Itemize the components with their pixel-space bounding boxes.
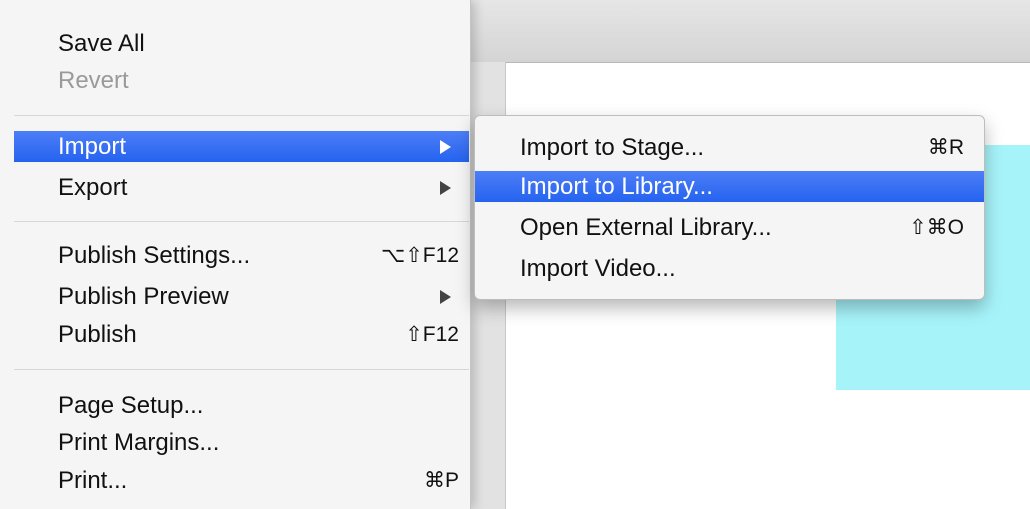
menu-item-export[interactable]: Export xyxy=(14,172,469,203)
submenu-item-import-video[interactable]: Import Video... xyxy=(475,253,984,284)
submenu-item-import-to-stage[interactable]: Import to Stage... ⌘R xyxy=(475,132,984,163)
menu-item-label: Page Setup... xyxy=(58,391,204,419)
submenu-arrow-icon xyxy=(440,181,451,195)
submenu-item-label: Import to Stage... xyxy=(520,133,705,161)
menu-item-label: Publish xyxy=(58,320,137,348)
menu-item-revert: Revert xyxy=(14,65,469,96)
submenu-item-import-to-library[interactable]: Import to Library... xyxy=(475,171,984,202)
menu-item-label: Print Margins... xyxy=(58,428,220,456)
menu-item-publish-settings[interactable]: Publish Settings... ⌥⇧F12 xyxy=(14,240,469,271)
menu-separator xyxy=(14,221,469,222)
menu-separator xyxy=(14,115,469,116)
menu-item-publish[interactable]: Publish ⇧F12 xyxy=(14,319,469,350)
submenu-item-open-external-library[interactable]: Open External Library... ⇧⌘O xyxy=(475,212,984,243)
menu-item-shortcut: ⌥⇧F12 xyxy=(381,244,459,267)
menu-item-label: Revert xyxy=(58,66,129,94)
menu-item-print[interactable]: Print... ⌘P xyxy=(14,465,469,496)
submenu-item-label: Import Video... xyxy=(520,254,676,282)
menu-item-label: Export xyxy=(58,173,128,201)
menu-item-shortcut: ⌘P xyxy=(423,469,459,492)
menu-separator xyxy=(14,369,469,370)
menu-item-label: Publish Preview xyxy=(58,282,229,310)
menu-item-shortcut: ⇧F12 xyxy=(405,323,459,346)
menu-item-page-setup[interactable]: Page Setup... xyxy=(14,390,469,421)
submenu-item-shortcut: ⌘R xyxy=(927,136,964,159)
menu-item-print-margins[interactable]: Print Margins... xyxy=(14,427,469,458)
menu-item-label: Print... xyxy=(58,466,128,494)
menu-item-import[interactable]: Import xyxy=(14,131,469,162)
menu-item-save-all[interactable]: Save All xyxy=(14,28,469,59)
file-menu: Save All Revert Import Export Publish Se… xyxy=(0,0,471,509)
submenu-item-shortcut: ⇧⌘O xyxy=(909,216,964,239)
submenu-arrow-icon xyxy=(440,290,451,304)
app-toolbar xyxy=(470,0,1030,63)
menu-item-label: Publish Settings... xyxy=(58,241,251,269)
submenu-item-label: Import to Library... xyxy=(520,172,713,200)
submenu-arrow-icon xyxy=(440,140,451,154)
submenu-item-label: Open External Library... xyxy=(520,213,772,241)
import-submenu: Import to Stage... ⌘R Import to Library.… xyxy=(474,115,985,300)
menu-item-label: Save All xyxy=(58,29,145,57)
menu-item-label: Import xyxy=(58,132,127,160)
menu-item-publish-preview[interactable]: Publish Preview xyxy=(14,281,469,312)
